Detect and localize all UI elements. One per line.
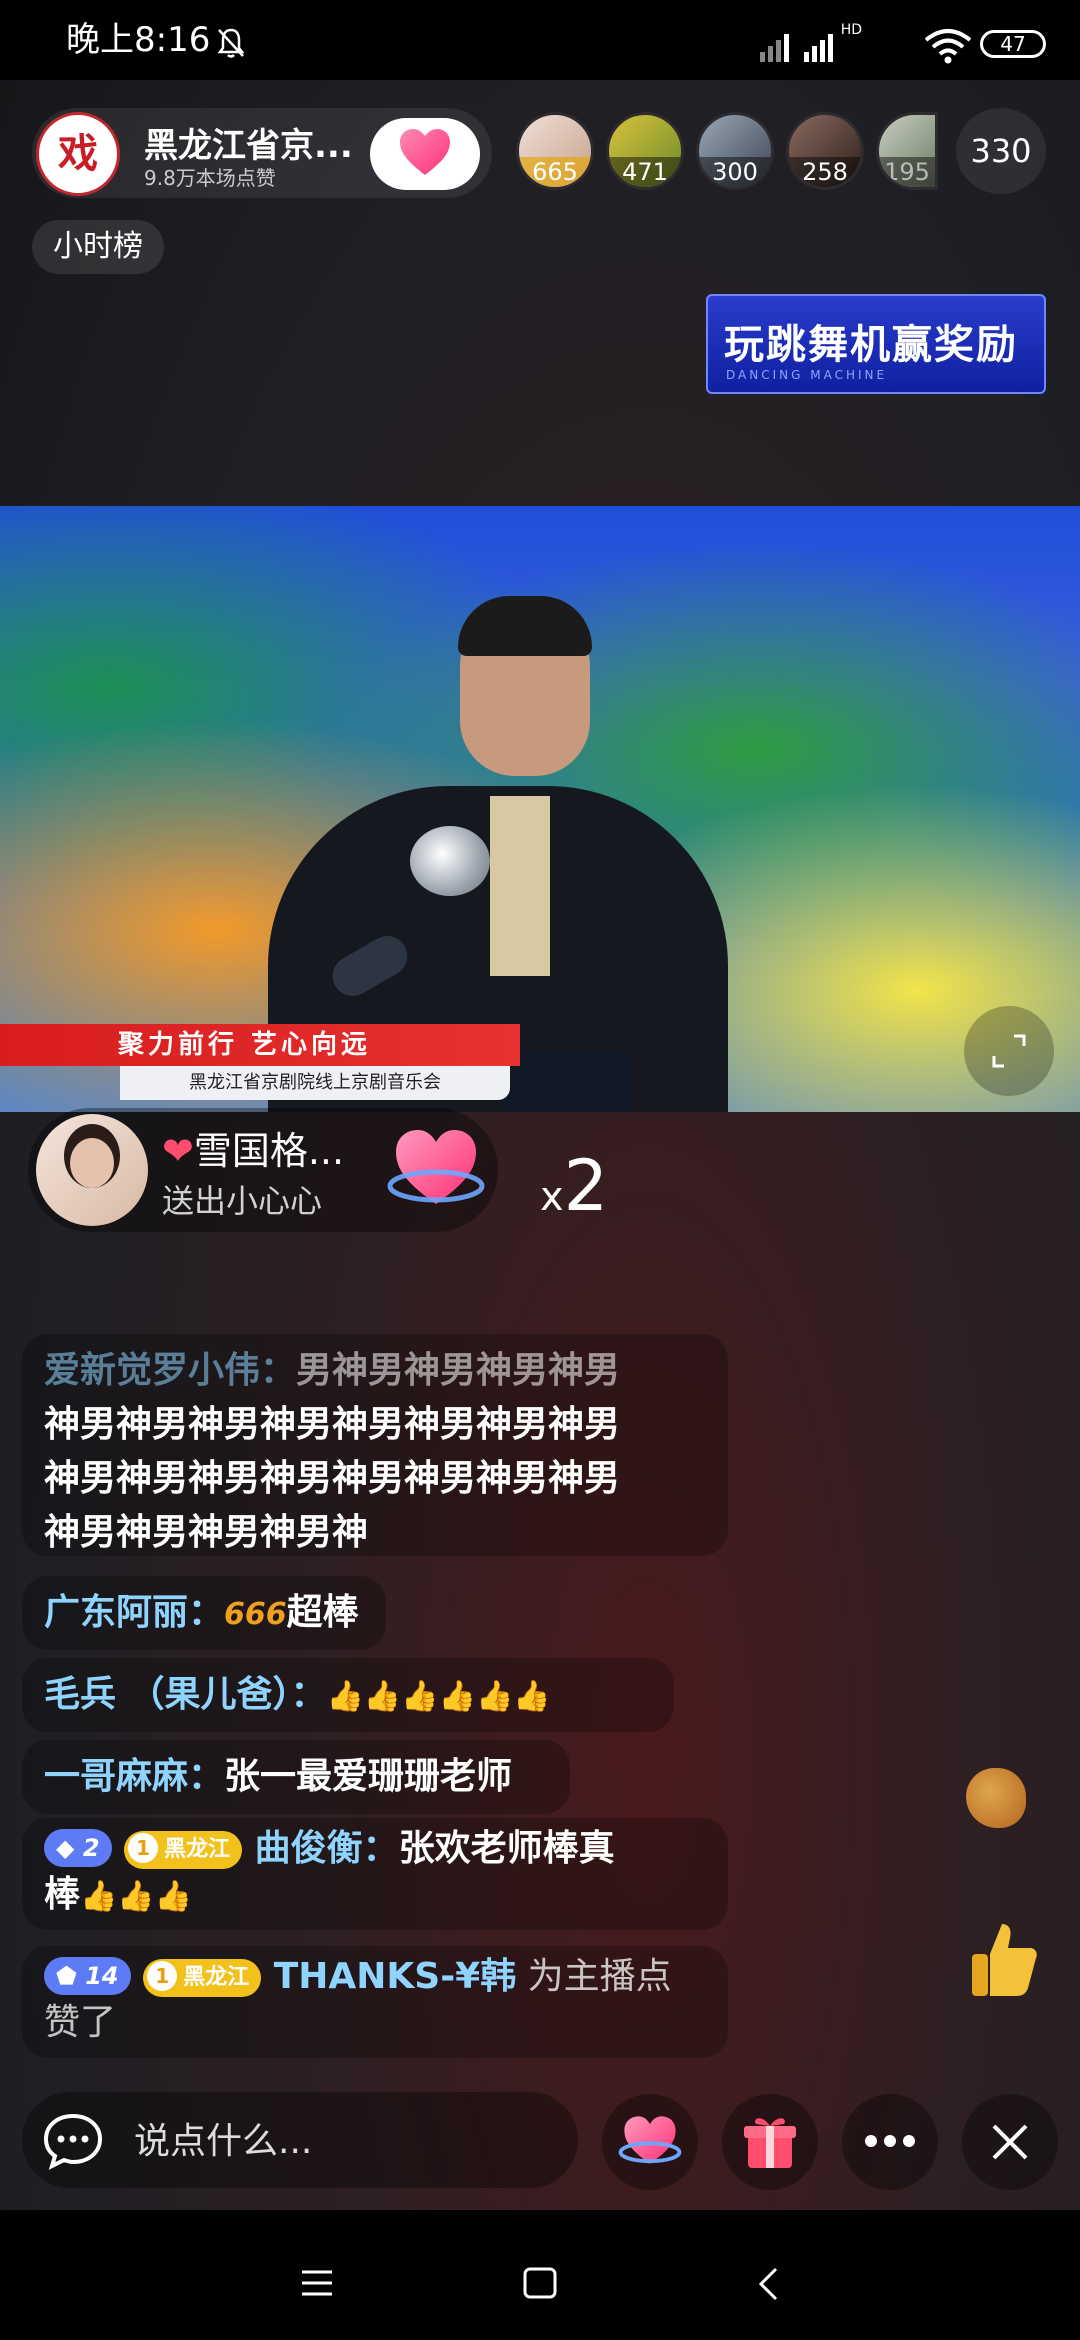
gift-button[interactable] <box>722 2094 818 2190</box>
chat-message[interactable]: 广东阿丽：666超棒 <box>22 1576 386 1650</box>
gift-multiplier: x2 <box>540 1146 608 1237</box>
top-viewer-avatar[interactable]: 471 <box>606 112 684 190</box>
floating-thumbs-up-icon <box>972 1924 1037 1996</box>
more-dots-icon <box>865 2135 915 2147</box>
fullscreen-button[interactable] <box>964 1006 1054 1096</box>
status-time: 晚上8:16 <box>66 20 211 60</box>
more-button[interactable] <box>842 2094 938 2190</box>
heart-icon <box>400 129 450 175</box>
chat-message[interactable]: ⬟ 14 1 黑龙江 THANKS-¥韩 为主播点 赞了 <box>22 1946 728 2058</box>
chat-text: 为主播点 <box>516 1956 672 1997</box>
thumbs-up-emoji: 👍👍👍👍👍👍 <box>326 1679 551 1714</box>
chat-text: 神男神男神男神男神 <box>44 1512 369 1553</box>
fan-club-name: 黑龙江 <box>183 1965 250 1990</box>
gift-action-text: 送出小心心 <box>162 1182 323 1220</box>
expand-icon <box>992 1034 1026 1068</box>
system-navigation-bar <box>0 2210 1080 2340</box>
viewer-score: 471 <box>609 157 681 187</box>
network-type-label: HD <box>840 22 862 38</box>
gift-sender-avatar[interactable] <box>36 1114 148 1226</box>
chat-text: 张一最爱珊珊老师 <box>224 1756 513 1797</box>
viewer-count-button[interactable]: 330 <box>956 108 1046 194</box>
like-button[interactable] <box>602 2094 698 2190</box>
video-caption-sub: 黑龙江省京剧院线上京剧音乐会 <box>120 1066 510 1100</box>
gift-sender-name: ❤雪国格... <box>162 1120 344 1175</box>
chat-username: 爱新觉罗小伟： <box>44 1350 297 1391</box>
chat-message[interactable]: 一哥麻麻：张一最爱珊珊老师 <box>22 1740 570 1814</box>
chat-message[interactable]: 毛兵 （果儿爸）：👍👍👍👍👍👍 <box>22 1658 674 1732</box>
gift-multiplier-prefix: x <box>540 1174 564 1220</box>
chat-text: 神男神男神男神男神男神男神男神男 <box>44 1404 621 1445</box>
small-heart-icon: ❤ <box>162 1129 194 1173</box>
top-viewer-avatar[interactable]: 195 <box>876 112 938 190</box>
battery-indicator: 47 <box>980 30 1046 58</box>
menu-icon[interactable] <box>300 2268 334 2298</box>
top-viewer-avatar[interactable]: 665 <box>516 112 594 190</box>
home-icon[interactable] <box>522 2266 558 2300</box>
promo-title: 玩跳舞机赢奖励 <box>724 322 1018 368</box>
floating-reaction-icon <box>966 1768 1026 1828</box>
back-icon[interactable] <box>756 2266 780 2302</box>
performer-hair <box>458 596 592 656</box>
chat-text: 神男神男神男神男神男神男神男神男 <box>44 1458 621 1499</box>
gift-sender-name-text: 雪国格... <box>193 1129 345 1173</box>
thumbs-up-emoji: 👍👍👍 <box>80 1879 193 1914</box>
close-icon <box>992 2124 1028 2160</box>
video-caption-main: 聚力前行 艺心向远 <box>0 1024 520 1066</box>
chat-text: 张欢老师棒真 <box>398 1828 615 1869</box>
heart-icon <box>618 2116 682 2164</box>
user-level: 14 <box>85 1962 119 1990</box>
viewer-score: 665 <box>519 157 591 187</box>
top-viewer-avatar[interactable]: 300 <box>696 112 774 190</box>
live-video[interactable]: 聚力前行 艺心向远 黑龙江省京剧院线上京剧音乐会 <box>0 506 1080 1112</box>
fan-club-name: 黑龙江 <box>164 1837 231 1862</box>
performer-shirt <box>490 796 550 976</box>
cellular-signal-icon <box>760 34 833 62</box>
chat-username: 曲俊衡： <box>254 1828 399 1869</box>
emoji-666: 666 <box>224 1597 287 1632</box>
chat-message[interactable]: ◆ 2 1 黑龙江 曲俊衡：张欢老师棒真 棒👍👍👍 <box>22 1818 728 1930</box>
comment-placeholder[interactable]: 说点什么... <box>134 2118 312 2166</box>
host-likes-count: 9.8万本场点赞 <box>144 166 276 190</box>
fan-club-badge: 1 黑龙江 <box>143 1959 262 1997</box>
chat-username: THANKS-¥韩 <box>273 1956 517 1997</box>
host-avatar[interactable] <box>36 112 120 196</box>
chat-message[interactable]: 爱新觉罗小伟：男神男神男神男神男 神男神男神男神男神男神男神男神男 神男神男神男… <box>22 1334 728 1556</box>
promo-banner[interactable]: 玩跳舞机赢奖励 DANCING MACHINE <box>706 294 1046 394</box>
host-name: 黑龙江省京... <box>144 126 353 166</box>
user-level: 2 <box>82 1834 100 1862</box>
chat-text: 超棒 <box>286 1592 359 1633</box>
top-viewer-avatar[interactable]: 258 <box>786 112 864 190</box>
chat-username: 毛兵 （果儿爸）： <box>44 1674 327 1715</box>
chat-text: 赞了 <box>44 2002 117 2043</box>
viewer-score: 258 <box>789 157 861 187</box>
chat-username: 一哥麻麻： <box>44 1756 225 1797</box>
viewer-score: 195 <box>879 157 935 187</box>
user-level-badge: ⬟ 14 <box>44 1957 131 1995</box>
chat-text: 男神男神男神男神男 <box>296 1350 621 1391</box>
gift-box-icon <box>744 2118 796 2168</box>
trumpet-bell <box>410 826 490 896</box>
hourly-rank-tag[interactable]: 小时榜 <box>32 220 164 274</box>
wifi-icon <box>924 29 972 64</box>
mute-bell-icon <box>217 28 245 58</box>
fan-club-badge: 1 黑龙江 <box>124 1831 243 1869</box>
promo-subtitle: DANCING MACHINE <box>726 368 888 382</box>
chat-text: 棒 <box>44 1874 81 1915</box>
gift-multiplier-value: 2 <box>563 1145 609 1227</box>
chat-bubble-icon <box>43 2113 103 2170</box>
follow-heart-button[interactable] <box>370 118 480 190</box>
viewer-score: 300 <box>699 157 771 187</box>
gift-heart-icon <box>387 1130 485 1204</box>
close-button[interactable] <box>962 2094 1058 2190</box>
user-level-badge: ◆ 2 <box>44 1829 112 1867</box>
chat-username: 广东阿丽： <box>44 1592 225 1633</box>
status-bar: 晚上8:16 HD 47 <box>0 0 1080 80</box>
